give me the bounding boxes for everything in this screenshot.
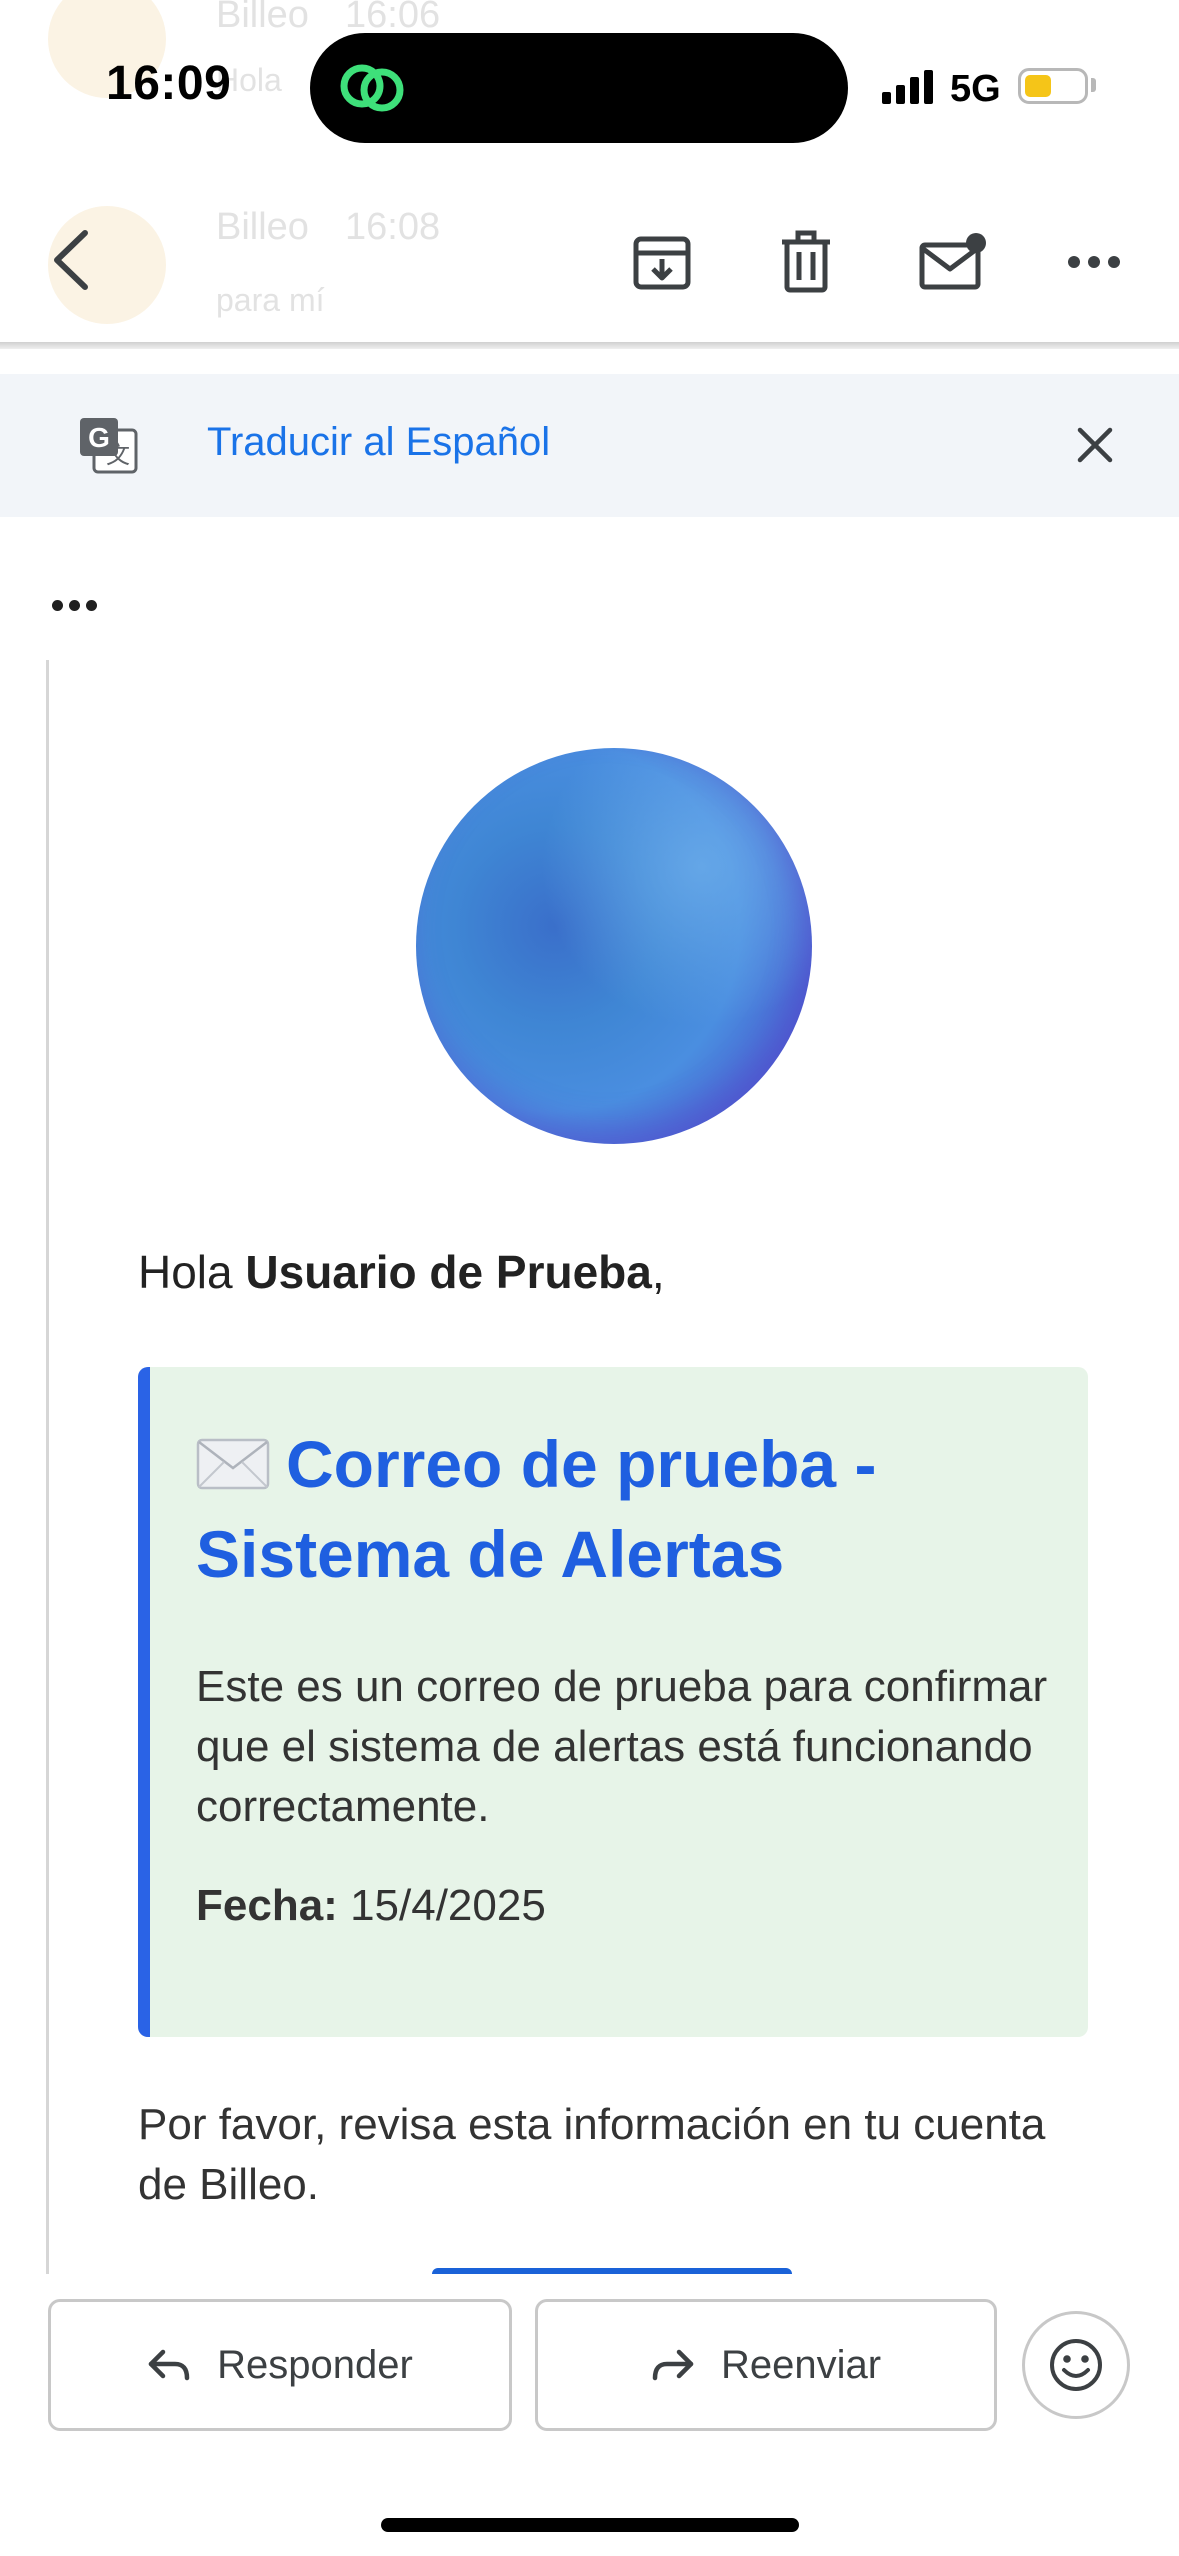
- alert-card: Correo de prueba - Sistema de Alertas Es…: [138, 1367, 1088, 2037]
- reply-label: Responder: [217, 2342, 413, 2387]
- home-indicator: [381, 2518, 799, 2532]
- archive-icon: [633, 236, 691, 290]
- battery-nub: [1091, 78, 1096, 92]
- forward-button[interactable]: Reenviar: [535, 2299, 997, 2431]
- background-time: 16:06: [345, 0, 441, 36]
- brand-logo-sphere: [416, 748, 812, 1144]
- reply-button[interactable]: Responder: [48, 2299, 512, 2431]
- archive-button[interactable]: [620, 220, 704, 304]
- more-horizontal-icon: [1068, 256, 1120, 268]
- envelope-icon: [196, 1438, 270, 1489]
- trash-icon: [782, 230, 830, 293]
- forward-label: Reenviar: [720, 2342, 882, 2387]
- mark-unread-icon: [919, 233, 986, 290]
- svg-text:G: G: [88, 422, 110, 453]
- close-icon: [1077, 427, 1113, 463]
- closing-text: Por favor, revisa esta información en tu…: [138, 2100, 1046, 2209]
- back-button[interactable]: [30, 210, 110, 310]
- chevron-left-icon: [54, 230, 88, 290]
- recipient-name: Usuario de Prueba: [245, 1246, 652, 1298]
- show-trimmed-content-button[interactable]: [52, 600, 97, 611]
- emoji-reaction-button[interactable]: [1022, 2311, 1130, 2419]
- card-body: Este es un correo de prueba para confirm…: [196, 1662, 1048, 1831]
- more-button[interactable]: [1056, 220, 1132, 304]
- background-time-2: 16:08: [345, 206, 441, 248]
- card-title: Correo de prueba - Sistema de Alertas: [196, 1427, 877, 1591]
- status-time: 16:09: [106, 57, 232, 110]
- forward-icon: [652, 2349, 694, 2381]
- delete-button[interactable]: [764, 220, 848, 304]
- background-preview-2: para mí: [216, 282, 325, 318]
- link-activity-icon: [340, 64, 404, 112]
- close-translate-button[interactable]: [1070, 420, 1120, 470]
- date-value: 15/4/2025: [350, 1881, 546, 1930]
- battery-icon: [1018, 68, 1088, 104]
- signal-icon: [882, 70, 936, 104]
- smiley-icon: [1050, 2339, 1102, 2391]
- card-date: Fecha: 15/4/2025: [196, 1881, 546, 1931]
- toolbar-divider: [0, 342, 1179, 349]
- network-type: 5G: [950, 68, 1001, 110]
- mark-unread-button[interactable]: [908, 216, 998, 306]
- date-label: Fecha:: [196, 1881, 338, 1930]
- translate-link[interactable]: Traducir al Español: [207, 420, 550, 465]
- quoted-content-border: [46, 660, 49, 2275]
- reply-icon: [148, 2349, 190, 2381]
- dynamic-island: [310, 33, 848, 143]
- google-translate-icon: 文 G: [78, 416, 140, 481]
- greeting: Hola Usuario de Prueba,: [138, 1246, 665, 1298]
- translate-banner: [0, 374, 1179, 517]
- card-accent-bar: [138, 1367, 150, 2037]
- background-sender: Billeo: [216, 0, 309, 36]
- background-sender-2: Billeo: [216, 206, 309, 248]
